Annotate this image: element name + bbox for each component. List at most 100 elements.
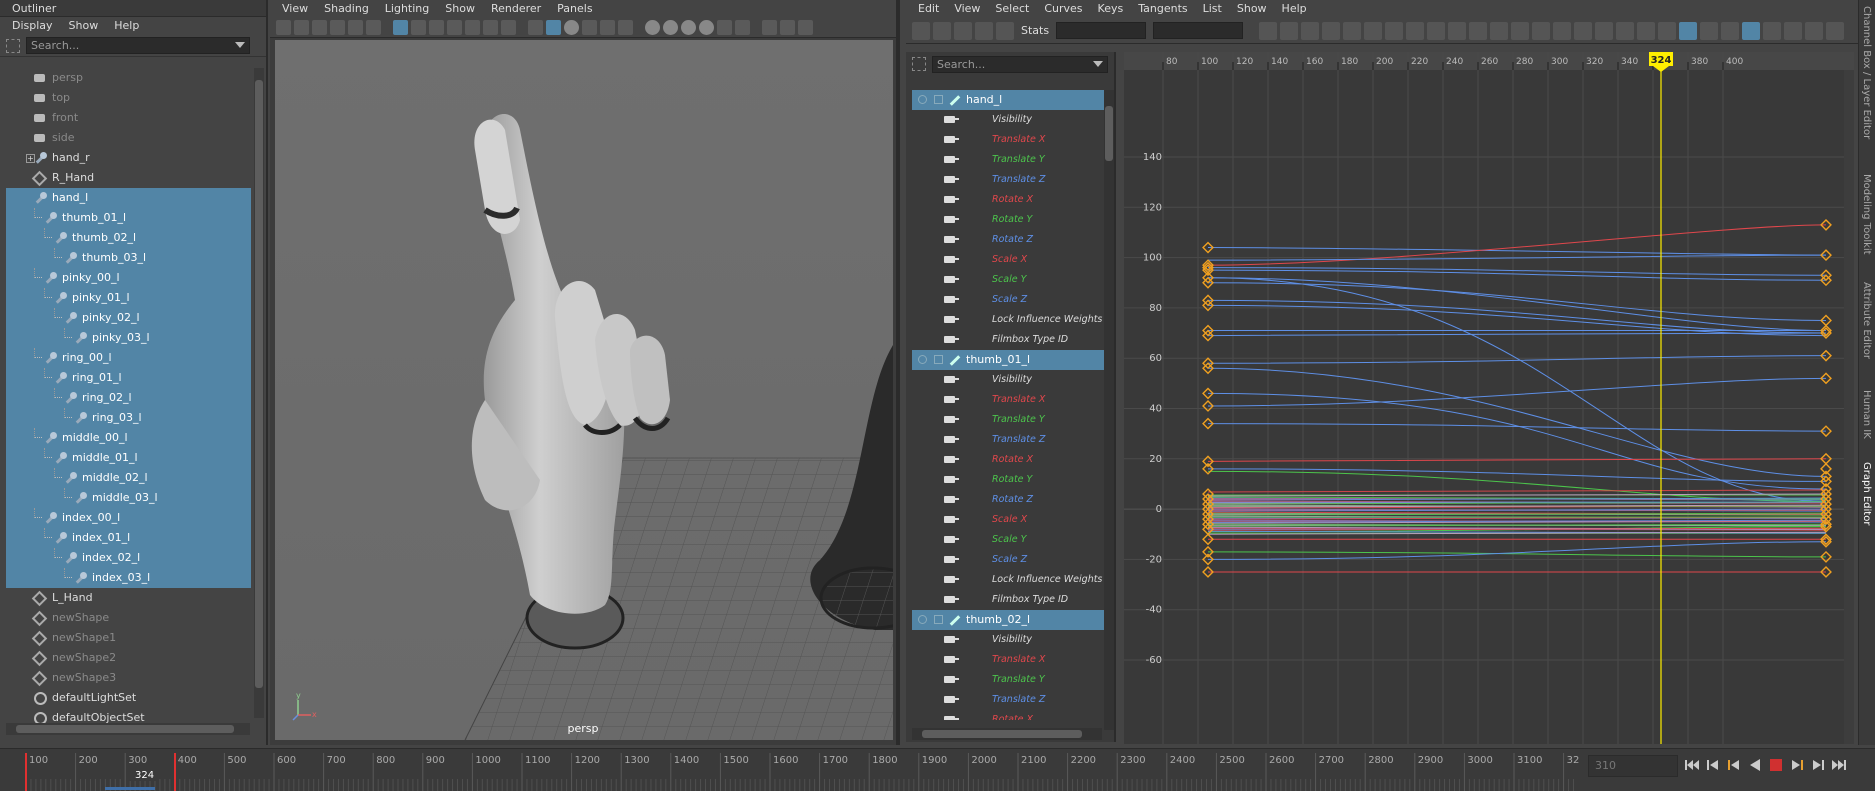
channel-node-row[interactable]: thumb_02_l <box>912 610 1104 630</box>
use-lights-icon[interactable] <box>600 20 615 35</box>
outliner-item[interactable]: pinky_00_l <box>6 268 251 288</box>
time-slider[interactable]: 100 200 300 400 500 600 700 800 900 1000 1100 1200 1… <box>0 748 1875 791</box>
dope-sheet-icon[interactable] <box>1784 21 1803 40</box>
isolate-select-icon[interactable] <box>717 20 732 35</box>
go-to-end-icon[interactable] <box>1831 755 1847 775</box>
channel-attribute-row[interactable]: Translate Y <box>912 150 1104 170</box>
move-key-icon[interactable] <box>912 21 930 40</box>
safe-title-icon[interactable] <box>501 20 516 35</box>
channel-attribute-row[interactable]: Scale X <box>912 250 1104 270</box>
lock-tangent-weight-icon[interactable] <box>1574 21 1593 40</box>
outliner-item[interactable]: ring_00_l <box>6 348 251 368</box>
outliner-item[interactable]: front <box>6 108 251 128</box>
auto-load-icon[interactable] <box>1595 21 1614 40</box>
outliner-item[interactable]: R_Hand <box>6 168 251 188</box>
curve-graph-area[interactable]: 80 100 120 140 160 180 200 220 240 260 280 300 320 34… <box>1124 52 1854 744</box>
node-expand-icon[interactable] <box>934 615 943 624</box>
ge-menu-view[interactable]: View <box>954 0 980 18</box>
channel-attribute-row[interactable]: Translate Y <box>912 670 1104 690</box>
channel-attribute-row[interactable]: Translate Z <box>912 430 1104 450</box>
outliner-item[interactable]: index_00_l <box>6 508 251 528</box>
node-expand-icon[interactable] <box>934 355 943 364</box>
outliner-item[interactable]: index_02_l <box>6 548 251 568</box>
ge-menu-keys[interactable]: Keys <box>1098 0 1124 18</box>
xray-icon[interactable] <box>735 20 750 35</box>
motion-blur-icon[interactable] <box>663 20 678 35</box>
outliner-item[interactable]: ring_01_l <box>6 368 251 388</box>
channel-attribute-row[interactable]: Visibility <box>912 630 1104 650</box>
stop-icon[interactable] <box>1768 755 1784 775</box>
channel-attribute-row[interactable]: Rotate X <box>912 190 1104 210</box>
channel-attribute-row[interactable]: Scale Z <box>912 290 1104 310</box>
ge-menu-list[interactable]: List <box>1203 0 1222 18</box>
panel-layout-icon[interactable] <box>762 20 777 35</box>
outliner-item[interactable]: middle_03_l <box>6 488 251 508</box>
channel-attribute-row[interactable]: Translate Z <box>912 170 1104 190</box>
tab-graph-editor[interactable]: Graph Editor <box>1861 462 1872 525</box>
channel-attribute-row[interactable]: Rotate X <box>912 450 1104 470</box>
outliner-item[interactable]: index_01_l <box>6 528 251 548</box>
scrollbar-thumb[interactable] <box>922 730 1082 738</box>
image-plane-icon[interactable] <box>330 20 345 35</box>
frame-playback-range-icon[interactable] <box>1301 21 1320 40</box>
resolution-gate-icon[interactable] <box>429 20 444 35</box>
lattice-deform-icon[interactable] <box>954 21 972 40</box>
channel-attribute-row[interactable]: Scale Y <box>912 270 1104 290</box>
linear-tangent-icon[interactable] <box>1406 21 1425 40</box>
default-material-icon[interactable] <box>564 20 579 35</box>
current-time-field[interactable]: 310 <box>1588 755 1678 777</box>
insert-key-icon[interactable] <box>933 21 951 40</box>
channel-attribute-row[interactable]: Rotate Z <box>912 230 1104 250</box>
clamped-tangent-icon[interactable] <box>1385 21 1404 40</box>
free-tangent-weight-icon[interactable] <box>1553 21 1572 40</box>
outliner-item[interactable]: ring_03_l <box>6 408 251 428</box>
outliner-menu-display[interactable]: Display <box>12 17 53 35</box>
outliner-item[interactable]: ring_02_l <box>6 388 251 408</box>
bookmark-icon[interactable] <box>312 20 327 35</box>
center-current-time-icon[interactable] <box>1322 21 1341 40</box>
retime-tool-icon[interactable] <box>996 21 1014 40</box>
grease-pencil-icon[interactable] <box>366 20 381 35</box>
outliner-item[interactable]: index_03_l <box>6 568 251 588</box>
ge-menu-curves[interactable]: Curves <box>1044 0 1082 18</box>
grid-icon[interactable] <box>393 20 408 35</box>
time-editor-icon[interactable] <box>1826 21 1845 40</box>
channel-attribute-row[interactable]: Lock Influence Weights <box>912 310 1104 330</box>
show-infinity-icon[interactable] <box>1721 21 1740 40</box>
smooth-shade-icon[interactable] <box>546 20 561 35</box>
post-infinity-icon[interactable] <box>1700 21 1719 40</box>
channel-attribute-row[interactable]: Filmbox Type ID <box>912 330 1104 350</box>
frame-all-icon[interactable] <box>1259 21 1278 40</box>
outliner-item[interactable]: side <box>6 128 251 148</box>
node-expand-icon[interactable] <box>934 95 943 104</box>
viewport-canvas[interactable]: y x <box>275 40 893 740</box>
outliner-item[interactable]: newShape2 <box>6 648 251 668</box>
scrollbar-thumb[interactable] <box>1105 106 1113 161</box>
film-gate-icon[interactable] <box>411 20 426 35</box>
outliner-search-input[interactable]: Search... <box>26 37 250 54</box>
depth-of-field-icon[interactable] <box>699 20 714 35</box>
channel-attribute-row[interactable]: Translate Y <box>912 410 1104 430</box>
spline-tangent-icon[interactable] <box>1364 21 1383 40</box>
gate-mask-icon[interactable] <box>447 20 462 35</box>
channel-attribute-row[interactable]: Filmbox Type ID <box>912 590 1104 610</box>
go-to-start-icon[interactable] <box>1684 755 1700 775</box>
outliner-item[interactable]: persp <box>6 68 251 88</box>
channel-attribute-row[interactable]: Translate X <box>912 390 1104 410</box>
wireframe-icon[interactable] <box>528 20 543 35</box>
scrollbar-thumb[interactable] <box>255 80 263 688</box>
step-tangent-icon[interactable] <box>1448 21 1467 40</box>
outliner-item[interactable]: thumb_02_l <box>6 228 251 248</box>
step-forward-key-icon[interactable] <box>1789 755 1805 775</box>
channel-horizontal-scrollbar[interactable] <box>912 728 1102 740</box>
channel-vertical-scrollbar[interactable] <box>1104 90 1114 730</box>
channel-attribute-row[interactable]: Lock Influence Weights <box>912 570 1104 590</box>
outliner-item[interactable]: newShape <box>6 608 251 628</box>
viewport-menu-show[interactable]: Show <box>445 0 475 18</box>
viewport-menu-lighting[interactable]: Lighting <box>385 0 429 18</box>
channel-attribute-row[interactable]: Translate X <box>912 130 1104 150</box>
pre-infinity-icon[interactable] <box>1679 21 1698 40</box>
flat-tangent-icon[interactable] <box>1427 21 1446 40</box>
buffer-curve-icon[interactable] <box>1490 21 1509 40</box>
outliner-item[interactable]: pinky_03_l <box>6 328 251 348</box>
